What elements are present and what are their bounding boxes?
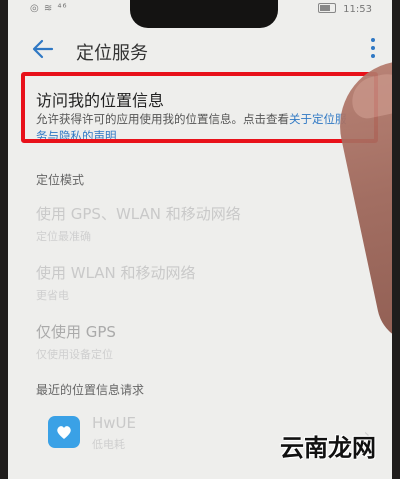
settings-screen: ◎ ≋ ⁴⁶ 11:53 定位服务 访问我的位置信息 允许获得许可的应用使用我的…	[8, 0, 392, 479]
mode-option-title: 使用 WLAN 和移动网络	[36, 264, 196, 282]
battery-icon	[317, 3, 336, 13]
status-icons: ◎ ≋ ⁴⁶	[30, 3, 68, 14]
status-time-group: 11:53	[317, 3, 372, 15]
mode-option-title: 使用 GPS、WLAN 和移动网络	[36, 205, 241, 223]
mode-option-subtitle: 更省电	[36, 289, 69, 302]
watermark-text: 云南龙网	[280, 433, 376, 462]
mode-option-subtitle: 仅使用设备定位	[36, 348, 113, 361]
status-time: 11:53	[343, 4, 372, 15]
recent-app-usage: 低电耗	[92, 438, 125, 451]
back-arrow-icon[interactable]	[30, 36, 56, 62]
page-title: 定位服务	[76, 43, 148, 64]
mode-option-gps-only[interactable]: 仅使用 GPS 仅使用设备定位	[36, 321, 366, 362]
display-notch	[130, 0, 278, 28]
app-bar: 定位服务	[8, 30, 392, 74]
mode-option-gps-wlan-mobile[interactable]: 使用 GPS、WLAN 和移动网络 定位最准确	[36, 203, 366, 244]
mode-option-subtitle: 定位最准确	[36, 230, 91, 243]
red-highlight-box	[21, 72, 378, 143]
mode-option-wlan-mobile[interactable]: 使用 WLAN 和移动网络 更省电	[36, 262, 366, 303]
recent-app-name[interactable]: HwUE	[92, 414, 136, 432]
recent-requests-header: 最近的位置信息请求	[36, 383, 145, 397]
more-options-icon[interactable]	[368, 38, 378, 62]
hwue-app-icon	[48, 416, 80, 448]
mode-option-title: 仅使用 GPS	[36, 323, 116, 341]
location-mode-header: 定位模式	[36, 173, 85, 187]
